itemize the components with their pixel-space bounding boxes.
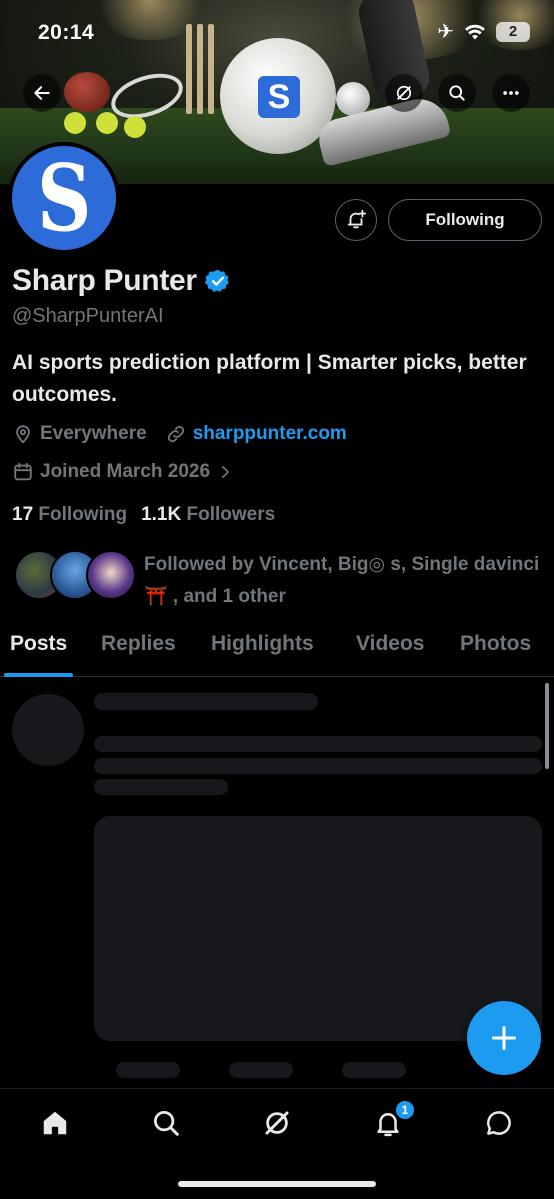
nav-grok[interactable] <box>259 1105 295 1141</box>
verified-badge-icon[interactable] <box>204 268 231 294</box>
back-arrow-icon <box>34 86 50 100</box>
status-time: 20:14 <box>38 21 95 44</box>
skeleton-action <box>229 1062 293 1078</box>
scrollbar[interactable] <box>545 683 549 769</box>
messages-icon <box>486 1111 511 1135</box>
tab-label: Videos <box>356 632 425 655</box>
skeleton-line <box>94 693 318 710</box>
home-icon <box>43 1111 67 1135</box>
following-label: Following <box>38 504 128 525</box>
followers-count-link[interactable]: 1.1K Followers <box>141 504 275 526</box>
active-tab-indicator <box>4 673 74 677</box>
skeleton-line <box>94 758 542 774</box>
chevron-right-icon <box>221 465 229 479</box>
avatar-logo-letter: S <box>36 144 92 252</box>
location-pin-icon <box>16 425 30 444</box>
link-icon <box>167 425 184 443</box>
profile-name: Sharp Punter <box>12 264 197 297</box>
profile-website-link[interactable]: sharppunter.com <box>193 423 347 445</box>
grok-icon <box>396 85 412 101</box>
followed-by-avatars[interactable] <box>14 550 136 600</box>
calendar-icon <box>14 462 32 481</box>
profile-avatar[interactable]: S <box>8 142 120 254</box>
skeleton-avatar <box>12 694 84 766</box>
followers-label: Followers <box>186 504 276 525</box>
tab-label: Replies <box>101 632 176 655</box>
grok-nav-icon <box>265 1111 289 1135</box>
profile-joined-date: Joined March 2026 <box>40 461 211 482</box>
skeleton-media <box>94 816 542 1041</box>
profile-location: Everywhere <box>40 423 147 444</box>
search-button[interactable] <box>438 74 476 112</box>
tab-videos[interactable]: Videos <box>356 622 424 677</box>
grok-button[interactable] <box>385 74 423 112</box>
following-button[interactable]: Following <box>388 199 542 241</box>
compose-post-button[interactable] <box>467 1001 541 1075</box>
followers-count: 1.1K <box>141 504 182 525</box>
tab-photos[interactable]: Photos <box>460 622 531 677</box>
following-count: 17 <box>12 504 34 525</box>
explore-icon <box>154 1111 179 1136</box>
nav-messages[interactable] <box>481 1105 517 1141</box>
followed-by-text[interactable]: Followed by Vincent, Big◎ s, Single davi… <box>144 549 544 613</box>
tab-replies[interactable]: Replies <box>101 622 176 677</box>
tab-label: Photos <box>460 632 532 655</box>
profile-meta-location-website: Everywhere sharppunter.com <box>12 423 347 445</box>
battery-indicator: 2 <box>496 22 530 42</box>
skeleton-action <box>116 1062 180 1078</box>
nav-explore[interactable] <box>148 1105 184 1141</box>
search-icon <box>449 85 465 101</box>
profile-handle: @SharpPunterAI <box>12 305 164 327</box>
avatar <box>86 550 136 600</box>
banner-logo: S <box>258 76 300 118</box>
following-count-link[interactable]: 17 Following <box>12 504 127 526</box>
joined-date-row[interactable]: Joined March 2026 <box>12 461 240 483</box>
notification-bell-plus-icon <box>347 209 367 229</box>
more-options-button[interactable] <box>492 74 530 112</box>
nav-home[interactable] <box>37 1105 73 1141</box>
status-bar: 20:14 ✈ 2 <box>0 0 554 60</box>
skeleton-line <box>94 736 542 752</box>
more-icon <box>503 91 519 95</box>
notifications-badge: 1 <box>394 1099 416 1121</box>
back-button[interactable] <box>23 74 61 112</box>
notifications-toggle-button[interactable] <box>335 199 377 241</box>
wifi-icon <box>465 24 485 40</box>
tab-posts[interactable]: Posts <box>4 622 74 677</box>
home-indicator <box>178 1181 376 1187</box>
tab-label: Posts <box>10 632 68 655</box>
skeleton-action <box>342 1062 406 1078</box>
tab-highlights[interactable]: Highlights <box>211 622 314 677</box>
airplane-mode-icon: ✈ <box>437 21 454 43</box>
profile-bio: AI sports prediction platform | Smarter … <box>12 351 527 406</box>
plus-icon <box>491 1025 517 1051</box>
profile-tabs: Posts Replies Highlights Videos Photos <box>0 622 554 677</box>
tab-label: Highlights <box>211 632 314 655</box>
skeleton-line <box>94 779 228 795</box>
